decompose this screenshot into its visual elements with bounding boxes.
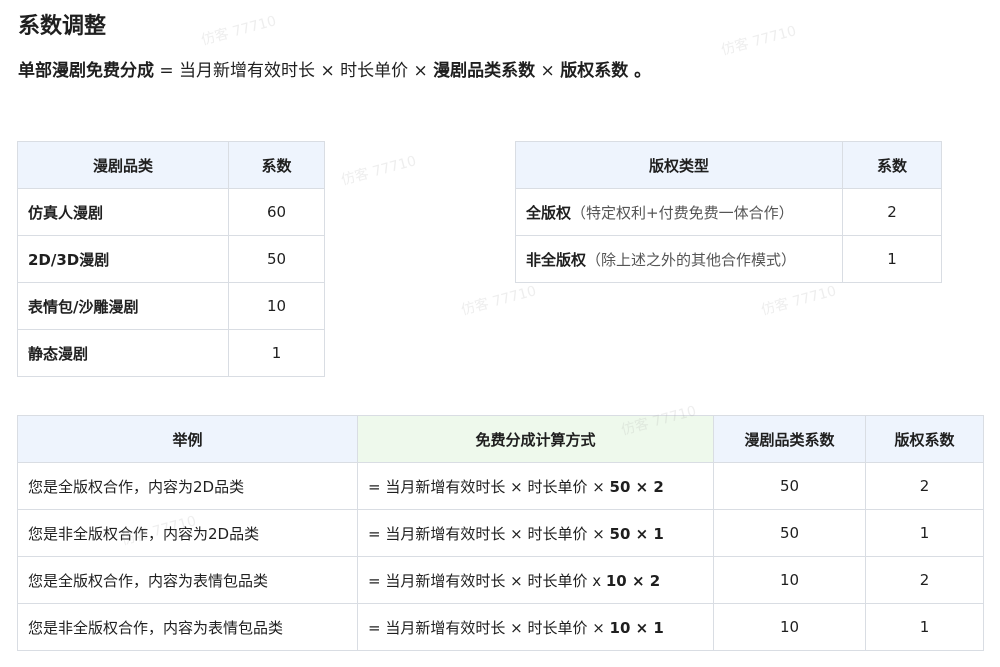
category-name: 2D/3D漫剧 [17, 235, 229, 283]
calc-prefix: = 当月新增有效时长 × 时长单价 x [368, 571, 606, 590]
category-name: 仿真人漫剧 [17, 188, 229, 236]
copyright-type: 非全版权 [526, 250, 587, 269]
category-coef: 60 [228, 188, 325, 236]
example-category-coef: 10 [713, 603, 866, 651]
category-coef: 50 [228, 235, 325, 283]
example-copyright-coef: 1 [865, 509, 984, 557]
category-coef-table: 漫剧品类 系数 仿真人漫剧 60 2D/3D漫剧 50 表情包/沙雕漫剧 10 … [17, 141, 325, 377]
table-row: 您是非全版权合作，内容为表情包品类 = 当月新增有效时长 × 时长单价 × 10… [17, 603, 984, 651]
example-table: 举例 免费分成计算方式 漫剧品类系数 版权系数 您是全版权合作，内容为2D品类 … [17, 415, 984, 651]
header-category-coef: 漫剧品类系数 [713, 415, 866, 463]
calc-cell: = 当月新增有效时长 × 时长单价 × 50 × 2 [357, 462, 714, 510]
category-name: 静态漫剧 [17, 329, 229, 377]
page-title: 系数调整 [18, 14, 107, 39]
copyright-note: （除上述之外的其他合作模式） [586, 250, 797, 269]
copyright-coef-table: 版权类型 系数 全版权（特定权利+付费免费一体合作） 2 非全版权（除上述之外的… [515, 141, 942, 283]
watermark: 仿客 77710 [719, 23, 799, 59]
calc-factors: 10 × 2 [605, 571, 661, 590]
copyright-type: 全版权 [526, 203, 572, 222]
table-header-row: 漫剧品类 系数 [17, 141, 325, 189]
calc-cell: = 当月新增有效时长 × 时长单价 × 10 × 1 [357, 603, 714, 651]
header-coef: 系数 [228, 141, 325, 189]
table-row: 静态漫剧 1 [17, 329, 325, 377]
example-category-coef: 10 [713, 556, 866, 604]
calc-prefix: = 当月新增有效时长 × 时长单价 × [368, 524, 610, 543]
header-calc: 免费分成计算方式 [357, 415, 714, 463]
category-coef: 1 [228, 329, 325, 377]
category-name: 表情包/沙雕漫剧 [17, 282, 229, 330]
table-row: 全版权（特定权利+付费免费一体合作） 2 [515, 188, 942, 236]
header-copyright-type: 版权类型 [515, 141, 843, 189]
header-example: 举例 [17, 415, 358, 463]
copyright-type-cell: 全版权（特定权利+付费免费一体合作） [515, 188, 843, 236]
calc-factors: 50 × 1 [609, 524, 664, 543]
example-copyright-coef: 2 [865, 462, 984, 510]
copyright-note: （特定权利+付费免费一体合作） [571, 203, 794, 222]
calc-factors: 50 × 2 [609, 477, 664, 496]
table-row: 表情包/沙雕漫剧 10 [17, 282, 325, 330]
table-row: 您是非全版权合作，内容为2D品类 = 当月新增有效时长 × 时长单价 × 50 … [17, 509, 984, 557]
header-copyright-coef: 版权系数 [865, 415, 984, 463]
table-row: 您是全版权合作，内容为表情包品类 = 当月新增有效时长 × 时长单价 x 10 … [17, 556, 984, 604]
formula-end: 。 [628, 61, 652, 81]
calc-factors: 10 × 1 [609, 618, 664, 637]
calc-cell: = 当月新增有效时长 × 时长单价 x 10 × 2 [357, 556, 714, 604]
calc-cell: = 当月新增有效时长 × 时长单价 × 50 × 1 [357, 509, 714, 557]
calc-prefix: = 当月新增有效时长 × 时长单价 × [368, 618, 610, 637]
category-coef: 10 [228, 282, 325, 330]
formula-term-share: 单部漫剧免费分成 [18, 61, 154, 81]
copyright-type-cell: 非全版权（除上述之外的其他合作模式） [515, 235, 843, 283]
table-row: 您是全版权合作，内容为2D品类 = 当月新增有效时长 × 时长单价 × 50 ×… [17, 462, 984, 510]
table-header-row: 举例 免费分成计算方式 漫剧品类系数 版权系数 [17, 415, 984, 463]
formula-times: × [535, 61, 561, 81]
header-category: 漫剧品类 [17, 141, 229, 189]
watermark: 仿客 77710 [459, 283, 539, 319]
watermark: 仿客 77710 [759, 283, 839, 319]
table-header-row: 版权类型 系数 [515, 141, 942, 189]
calc-prefix: = 当月新增有效时长 × 时长单价 × [368, 477, 610, 496]
watermark: 仿客 77710 [199, 13, 279, 49]
table-row: 非全版权（除上述之外的其他合作模式） 1 [515, 235, 942, 283]
example-category-coef: 50 [713, 509, 866, 557]
formula-eq: = 当月新增有效时长 × 时长单价 × [154, 61, 434, 81]
example-text: 您是非全版权合作，内容为2D品类 [17, 509, 358, 557]
formula-line: 单部漫剧免费分成 = 当月新增有效时长 × 时长单价 × 漫剧品类系数 × 版权… [18, 56, 651, 81]
watermark: 仿客 77710 [339, 153, 419, 189]
header-coef: 系数 [842, 141, 942, 189]
formula-term-copyright: 版权系数 [560, 61, 629, 81]
formula-term-category: 漫剧品类系数 [433, 61, 536, 81]
table-row: 2D/3D漫剧 50 [17, 235, 325, 283]
example-text: 您是非全版权合作，内容为表情包品类 [17, 603, 358, 651]
example-copyright-coef: 2 [865, 556, 984, 604]
copyright-coef: 1 [842, 235, 942, 283]
copyright-coef: 2 [842, 188, 942, 236]
example-text: 您是全版权合作，内容为2D品类 [17, 462, 358, 510]
example-text: 您是全版权合作，内容为表情包品类 [17, 556, 358, 604]
example-category-coef: 50 [713, 462, 866, 510]
example-copyright-coef: 1 [865, 603, 984, 651]
table-row: 仿真人漫剧 60 [17, 188, 325, 236]
